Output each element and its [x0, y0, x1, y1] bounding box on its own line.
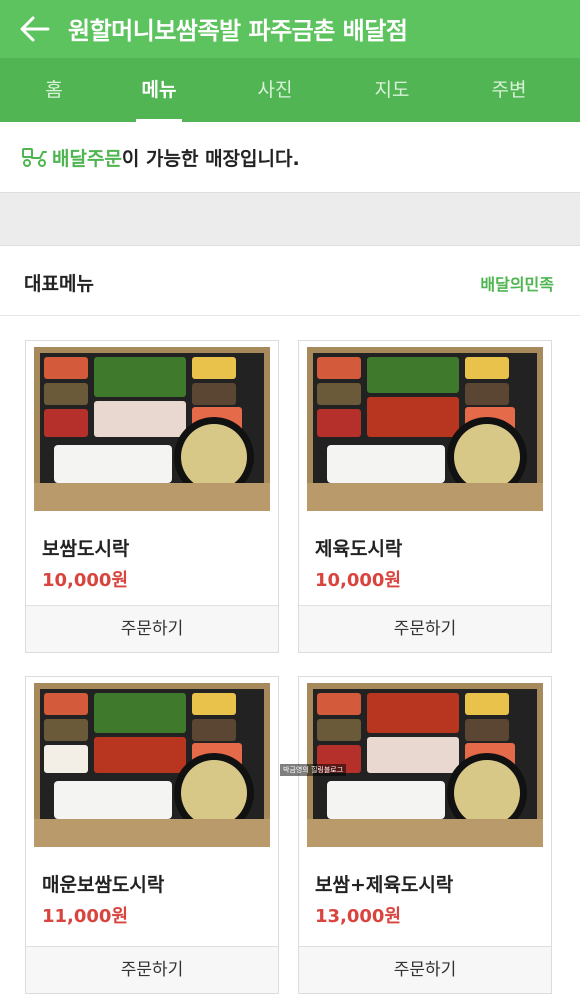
order-button[interactable]: 주문하기: [299, 946, 551, 993]
section-divider: [0, 192, 580, 246]
menu-card[interactable]: 보쌈도시락 10,000원 주문하기: [25, 340, 279, 653]
delivery-notice: 배달주문이 가능한 매장입니다.: [0, 122, 580, 192]
tab-bar: 홈 메뉴 사진 지도 주변: [0, 58, 580, 122]
menu-name: 보쌈도시락: [42, 538, 130, 560]
section-title: 대표메뉴: [24, 273, 94, 295]
menu-price: 13,000원: [315, 906, 402, 927]
featured-menu-header: 대표메뉴 배달의민족: [0, 246, 580, 316]
menu-price: 10,000원: [42, 570, 129, 591]
menu-name: 보쌈+제육도시락: [315, 874, 454, 896]
tab-home[interactable]: 홈: [9, 58, 99, 122]
back-arrow-icon: [20, 16, 50, 42]
tab-menu[interactable]: 메뉴: [114, 58, 204, 122]
back-button[interactable]: [14, 8, 56, 50]
menu-image: [299, 341, 551, 517]
baemin-link[interactable]: 배달의민족: [480, 271, 554, 295]
order-button[interactable]: 주문하기: [26, 605, 278, 652]
menu-name: 제육도시락: [315, 538, 403, 560]
tab-map[interactable]: 지도: [347, 58, 437, 122]
tab-photos[interactable]: 사진: [230, 58, 320, 122]
menu-image: [26, 341, 278, 517]
top-app-bar: 원할머니보쌈족발 파주금촌 배달점: [0, 0, 580, 58]
menu-image: [26, 677, 278, 853]
menu-card[interactable]: 제육도시락 10,000원 주문하기: [298, 340, 552, 653]
delivery-highlight: 배달주문: [52, 148, 122, 170]
delivery-notice-text: 배달주문이 가능한 매장입니다.: [52, 144, 300, 171]
blog-watermark: 박금영의 힐링블로그: [280, 764, 347, 776]
order-button[interactable]: 주문하기: [299, 605, 551, 652]
menu-price: 11,000원: [42, 906, 129, 927]
menu-card[interactable]: 보쌈+제육도시락 13,000원 주문하기: [298, 676, 552, 994]
tab-nearby[interactable]: 주변: [464, 58, 554, 122]
delivery-scooter-icon: [22, 148, 47, 167]
order-button[interactable]: 주문하기: [26, 946, 278, 993]
menu-card[interactable]: 매운보쌈도시락 11,000원 주문하기: [25, 676, 279, 994]
page-title: 원할머니보쌈족발 파주금촌 배달점: [68, 17, 408, 45]
menu-name: 매운보쌈도시락: [42, 874, 165, 896]
delivery-notice-rest: 이 가능한 매장입니다.: [121, 148, 300, 170]
tab-menu-label: 메뉴: [141, 79, 177, 101]
menu-price: 10,000원: [315, 570, 402, 591]
